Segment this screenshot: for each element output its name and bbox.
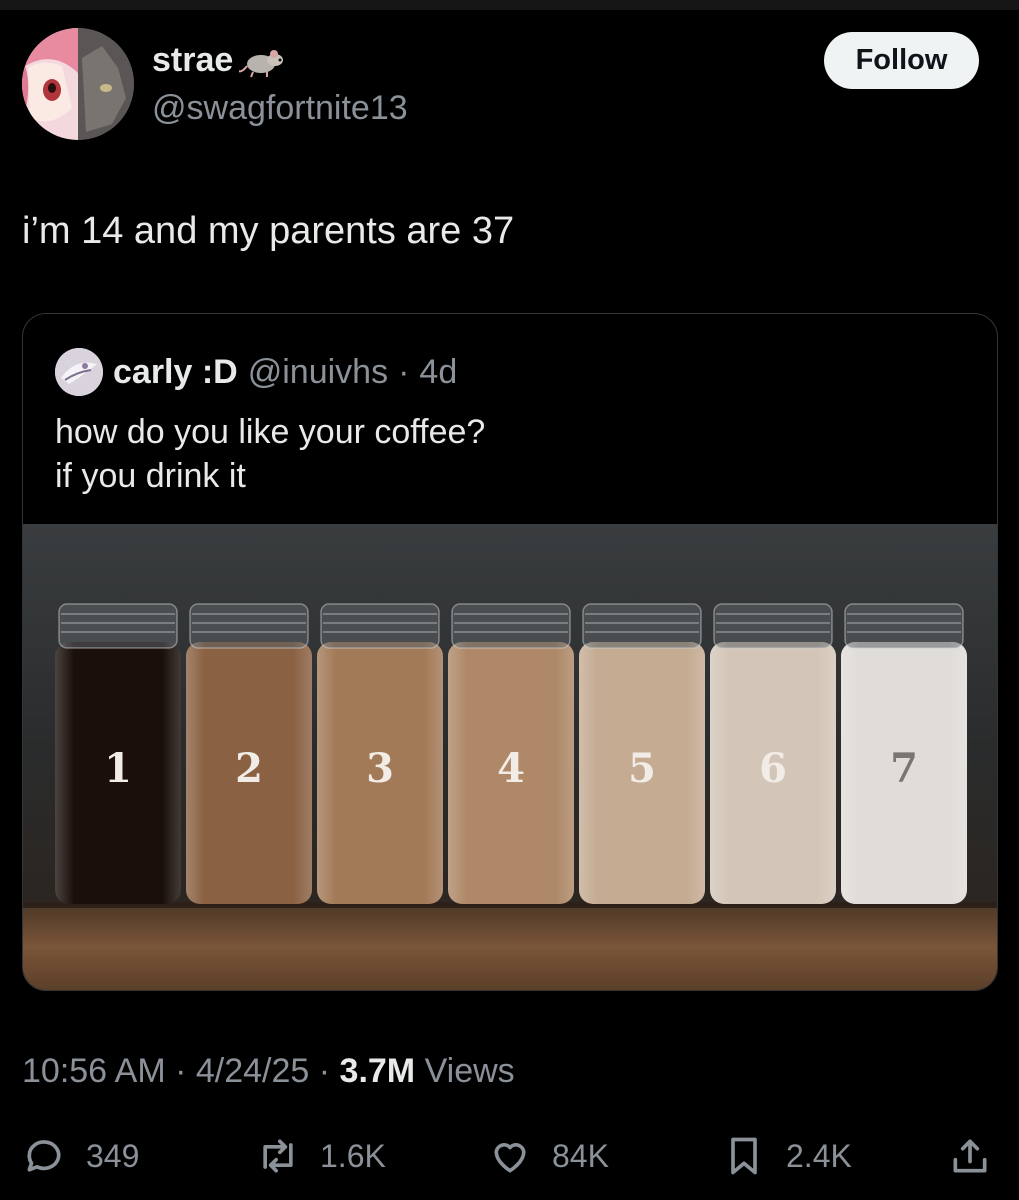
coffee-jar: 3: [317, 603, 443, 904]
jar-number-label: 2: [235, 745, 263, 792]
follow-button[interactable]: Follow: [824, 32, 979, 89]
bookmark-count: 2.4K: [786, 1137, 852, 1174]
jar-number-label: 7: [890, 745, 918, 792]
share-icon: [953, 1139, 987, 1173]
tweet-meta: 10:56 AM · 4/24/25 · 3.7M Views: [22, 1050, 515, 1092]
coffee-jar: 6: [710, 603, 836, 904]
jar-neck: [189, 603, 309, 649]
author-display-name[interactable]: strae: [152, 40, 289, 80]
coffee-jar: 1: [55, 603, 181, 904]
tweet-date: 4/24/25: [195, 1052, 310, 1090]
avatar-image: [22, 28, 134, 140]
meta-separator-2: ·: [309, 1052, 340, 1090]
reply-icon: [27, 1140, 61, 1172]
quoted-text-line-1: how do you like your coffee?: [55, 413, 486, 451]
like-icon: [494, 1143, 526, 1173]
author-handle[interactable]: @swagfortnite13: [152, 88, 408, 128]
coffee-jar: 4: [448, 603, 574, 904]
meta-separator-1: ·: [165, 1052, 196, 1090]
author-avatar[interactable]: [22, 28, 134, 140]
jar-number-label: 3: [366, 745, 394, 792]
jar-number-label: 6: [759, 745, 787, 792]
bookmark-icon: [731, 1137, 757, 1175]
tweet-actions-bar: 349 1.6K 84K 2.4K: [0, 1128, 1019, 1184]
jar-neck: [582, 603, 702, 649]
quoted-avatar-image: [55, 348, 103, 396]
rat-emoji-icon: [239, 50, 284, 78]
coffee-jar: 7: [841, 603, 967, 904]
jar-neck: [713, 603, 833, 649]
jar-number-label: 5: [628, 745, 656, 792]
bookmark-button[interactable]: 2.4K: [722, 1128, 852, 1184]
author-name-text: strae: [152, 41, 234, 79]
quoted-tweet-text: how do you like your coffee? if you drin…: [55, 410, 485, 498]
jar-number-label: 4: [497, 745, 525, 792]
quoted-separator: ·: [398, 353, 410, 391]
views-label: Views: [415, 1052, 515, 1090]
repost-icon: [263, 1139, 293, 1173]
quoted-author-handle: @inuivhs: [247, 353, 389, 391]
jar-neck: [844, 603, 964, 649]
jar-number-label: 1: [104, 745, 132, 792]
coffee-jars-photo[interactable]: 1 2 3 4 5 6 7: [23, 524, 998, 991]
quoted-text-line-2: if you drink it: [55, 457, 246, 495]
coffee-jar: 2: [186, 603, 312, 904]
reply-button[interactable]: 349: [22, 1128, 139, 1184]
status-bar-strip: [0, 0, 1019, 10]
jar-neck: [58, 603, 178, 649]
jar-neck: [451, 603, 571, 649]
like-button[interactable]: 84K: [488, 1128, 609, 1184]
tweet-text: i’m 14 and my parents are 37: [22, 210, 515, 252]
like-count: 84K: [552, 1137, 609, 1174]
repost-count: 1.6K: [320, 1137, 386, 1174]
coffee-jar: 5: [579, 603, 705, 904]
share-button[interactable]: [948, 1128, 992, 1184]
quoted-timestamp: 4d: [419, 353, 458, 391]
views-count: 3.7M: [339, 1052, 416, 1090]
coffee-jars-group: 1 2 3 4 5 6 7: [55, 603, 967, 904]
jar-neck: [320, 603, 440, 649]
reply-count: 349: [86, 1137, 140, 1174]
quoted-tweet-card[interactable]: carly :D @inuivhs · 4d how do you like y…: [22, 313, 998, 991]
quoted-tweet-header: carly :D @inuivhs · 4d: [55, 348, 457, 396]
quoted-author-name: carly :D: [113, 353, 238, 391]
repost-button[interactable]: 1.6K: [256, 1128, 386, 1184]
quoted-author-avatar[interactable]: [55, 348, 103, 396]
tweet-time: 10:56 AM: [22, 1052, 166, 1090]
